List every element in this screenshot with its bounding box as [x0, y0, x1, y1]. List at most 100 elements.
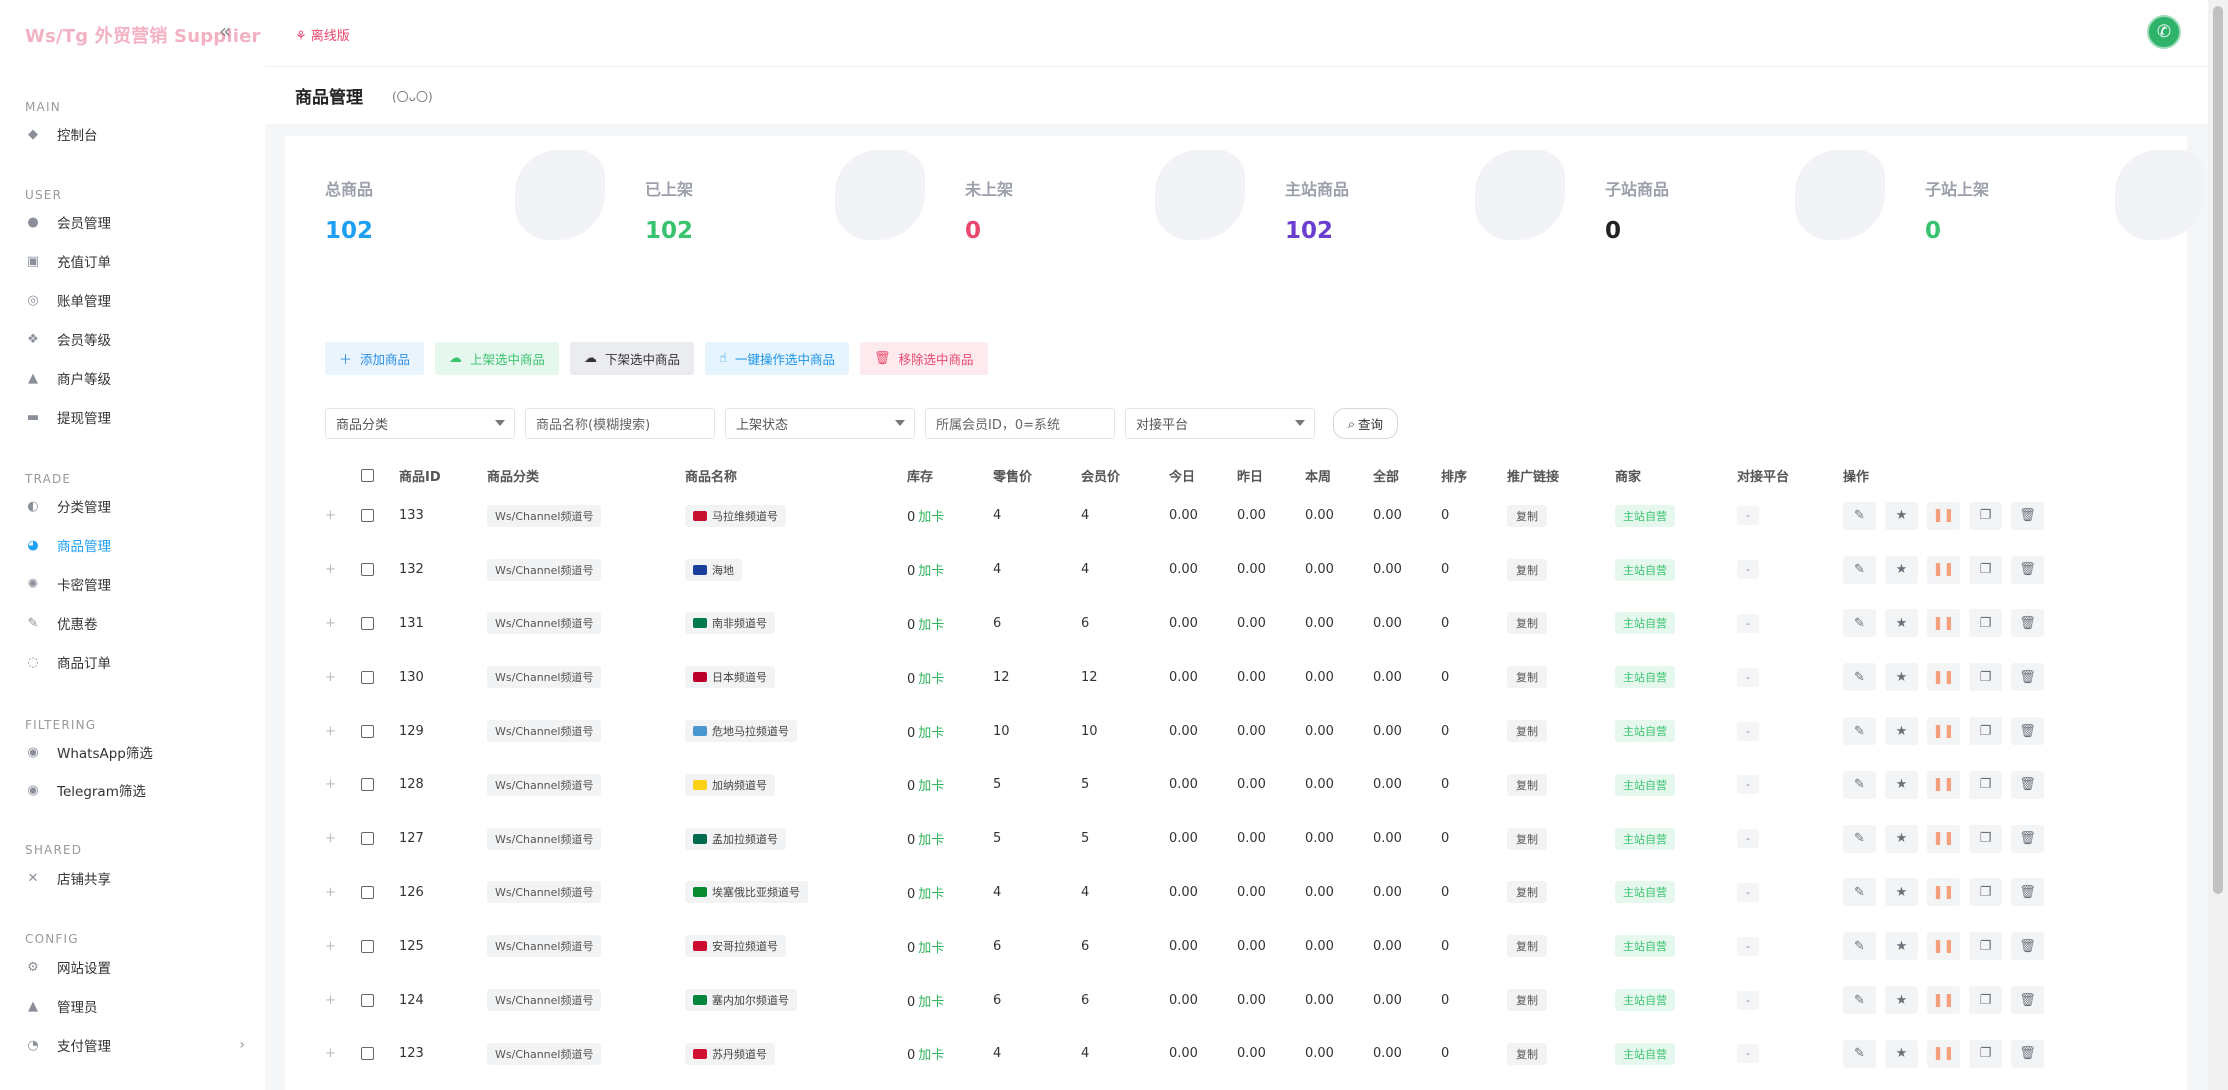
sidebar-item-category[interactable]: ◐ 分类管理 — [25, 494, 245, 518]
add-card-link[interactable]: 加卡 — [918, 995, 944, 1010]
expand-row-icon[interactable]: + — [325, 670, 336, 685]
remove-selected-button[interactable]: 🗑 移除选中商品 — [860, 342, 988, 375]
add-card-link[interactable]: 加卡 — [918, 726, 944, 741]
row-checkbox[interactable] — [361, 885, 374, 899]
copy-icon[interactable]: ❐ — [1969, 663, 2002, 692]
category-select[interactable]: 商品分类 — [325, 408, 515, 439]
sidebar-item-merchant-level[interactable]: ▲ 商户等级 — [25, 366, 245, 390]
copy-link-button[interactable]: 复制 — [1507, 773, 1547, 796]
copy-link-button[interactable]: 复制 — [1507, 827, 1547, 850]
edit-icon[interactable]: ✎ — [1843, 609, 1876, 638]
edit-icon[interactable]: ✎ — [1843, 501, 1876, 530]
row-checkbox[interactable] — [361, 563, 374, 577]
delete-icon[interactable]: 🗑 — [2011, 1039, 2044, 1068]
copy-link-button[interactable]: 复制 — [1507, 558, 1547, 581]
sidebar-item-telegram-filter[interactable]: ◉ Telegram筛选 — [25, 778, 245, 802]
delete-icon[interactable]: 🗑 — [2011, 878, 2044, 907]
expand-row-icon[interactable]: + — [325, 777, 336, 792]
edit-icon[interactable]: ✎ — [1843, 986, 1876, 1015]
page-scrollbar[interactable] — [2208, 0, 2228, 1090]
star-icon[interactable]: ★ — [1885, 824, 1918, 853]
row-checkbox[interactable] — [361, 616, 374, 630]
expand-row-icon[interactable]: + — [325, 1046, 336, 1061]
sidebar-item-recharge[interactable]: ▣ 充值订单 — [25, 249, 245, 273]
copy-link-button[interactable]: 复制 — [1507, 504, 1547, 527]
pause-icon[interactable]: ❚❚ — [1927, 501, 1960, 530]
copy-icon[interactable]: ❐ — [1969, 878, 2002, 907]
pause-icon[interactable]: ❚❚ — [1927, 986, 1960, 1015]
delete-icon[interactable]: 🗑 — [2011, 663, 2044, 692]
delete-icon[interactable]: 🗑 — [2011, 986, 2044, 1015]
row-checkbox[interactable] — [361, 1047, 374, 1061]
sidebar-item-dashboard[interactable]: ◆ 控制台 — [25, 122, 245, 146]
sidebar-item-withdraw[interactable]: ▬ 提现管理 — [25, 405, 245, 429]
pause-icon[interactable]: ❚❚ — [1927, 609, 1960, 638]
sidebar-item-payment[interactable]: ◔ 支付管理 › — [25, 1033, 245, 1057]
platform-select[interactable]: 对接平台 — [1125, 408, 1315, 439]
row-checkbox[interactable] — [361, 832, 374, 846]
query-button[interactable]: ⌕ 查询 — [1333, 408, 1398, 439]
pause-icon[interactable]: ❚❚ — [1927, 770, 1960, 799]
scrollbar-thumb[interactable] — [2213, 6, 2223, 894]
sidebar-item-bill[interactable]: ◎ 账单管理 — [25, 288, 245, 312]
copy-icon[interactable]: ❐ — [1969, 501, 2002, 530]
star-icon[interactable]: ★ — [1885, 501, 1918, 530]
sidebar-item-settings[interactable]: ⚙ 网站设置 — [25, 955, 245, 979]
add-card-link[interactable]: 加卡 — [918, 833, 944, 848]
add-card-link[interactable]: 加卡 — [918, 941, 944, 956]
add-card-link[interactable]: 加卡 — [918, 510, 944, 525]
delete-icon[interactable]: 🗑 — [2011, 501, 2044, 530]
pause-icon[interactable]: ❚❚ — [1927, 878, 1960, 907]
star-icon[interactable]: ★ — [1885, 878, 1918, 907]
add-card-link[interactable]: 加卡 — [918, 618, 944, 633]
sidebar-item-coupon[interactable]: ✎ 优惠卷 — [25, 611, 245, 635]
add-card-link[interactable]: 加卡 — [918, 1048, 944, 1063]
star-icon[interactable]: ★ — [1885, 717, 1918, 746]
delete-icon[interactable]: 🗑 — [2011, 824, 2044, 853]
star-icon[interactable]: ★ — [1885, 932, 1918, 961]
delete-icon[interactable]: 🗑 — [2011, 932, 2044, 961]
edit-icon[interactable]: ✎ — [1843, 1039, 1876, 1068]
sidebar-item-level[interactable]: ❖ 会员等级 — [25, 327, 245, 351]
expand-row-icon[interactable]: + — [325, 885, 336, 900]
expand-row-icon[interactable]: + — [325, 831, 336, 846]
copy-link-button[interactable]: 复制 — [1507, 666, 1547, 689]
edit-icon[interactable]: ✎ — [1843, 824, 1876, 853]
delete-icon[interactable]: 🗑 — [2011, 717, 2044, 746]
list-selected-button[interactable]: ☁ 上架选中商品 — [435, 342, 560, 375]
delete-icon[interactable]: 🗑 — [2011, 555, 2044, 584]
select-all-checkbox[interactable] — [361, 468, 374, 482]
row-checkbox[interactable] — [361, 993, 374, 1007]
add-card-link[interactable]: 加卡 — [918, 564, 944, 579]
pause-icon[interactable]: ❚❚ — [1927, 824, 1960, 853]
row-checkbox[interactable] — [361, 509, 374, 523]
status-select[interactable]: 上架状态 — [725, 408, 915, 439]
copy-icon[interactable]: ❐ — [1969, 986, 2002, 1015]
row-checkbox[interactable] — [361, 724, 374, 738]
expand-row-icon[interactable]: + — [325, 508, 336, 523]
sidebar-item-goods[interactable]: ◕ 商品管理 — [25, 533, 245, 557]
copy-icon[interactable]: ❐ — [1969, 609, 2002, 638]
copy-icon[interactable]: ❐ — [1969, 555, 2002, 584]
one-click-operate-button[interactable]: ☝ 一键操作选中商品 — [705, 342, 849, 375]
row-checkbox[interactable] — [361, 670, 374, 684]
add-card-link[interactable]: 加卡 — [918, 779, 944, 794]
sidebar-item-user[interactable]: ● 会员管理 — [25, 210, 245, 234]
edit-icon[interactable]: ✎ — [1843, 555, 1876, 584]
sidebar-item-whatsapp-filter[interactable]: ◉ WhatsApp筛选 — [25, 740, 245, 764]
row-checkbox[interactable] — [361, 778, 374, 792]
add-goods-button[interactable]: ＋添加商品 — [325, 342, 425, 375]
delete-icon[interactable]: 🗑 — [2011, 770, 2044, 799]
member-id-input[interactable]: 所属会员ID，0=系统 — [925, 408, 1115, 439]
copy-icon[interactable]: ❐ — [1969, 824, 2002, 853]
copy-icon[interactable]: ❐ — [1969, 1039, 2002, 1068]
pause-icon[interactable]: ❚❚ — [1927, 555, 1960, 584]
copy-icon[interactable]: ❐ — [1969, 932, 2002, 961]
pause-icon[interactable]: ❚❚ — [1927, 1039, 1960, 1068]
copy-icon[interactable]: ❐ — [1969, 717, 2002, 746]
copy-link-button[interactable]: 复制 — [1507, 989, 1547, 1012]
collapse-sidebar-icon[interactable]: « — [219, 19, 231, 43]
pause-icon[interactable]: ❚❚ — [1927, 663, 1960, 692]
edit-icon[interactable]: ✎ — [1843, 932, 1876, 961]
star-icon[interactable]: ★ — [1885, 986, 1918, 1015]
